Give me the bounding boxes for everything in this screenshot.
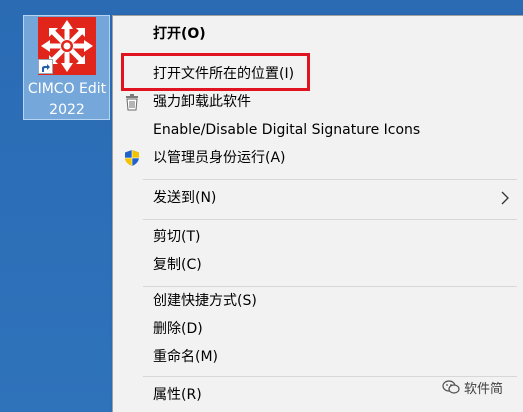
menu-separator bbox=[143, 179, 517, 180]
menu-item-label: 剪切(T) bbox=[153, 229, 201, 245]
menu-item-delete[interactable]: 删除(D) bbox=[113, 315, 523, 343]
menu-item-label: 打开文件所在的位置(I) bbox=[153, 66, 295, 82]
context-menu: 打开(O) 打开文件所在的位置(I) 强力卸载此软件 Enable/Disabl… bbox=[112, 15, 523, 412]
menu-separator bbox=[143, 219, 517, 220]
desktop-shortcut-cimco-edit[interactable]: CIMCO Edit 2022 bbox=[23, 15, 110, 120]
menu-item-label: 属性(R) bbox=[153, 387, 202, 403]
menu-item-digital-signature-icons[interactable]: Enable/Disable Digital Signature Icons bbox=[113, 116, 523, 144]
menu-item-cut[interactable]: 剪切(T) bbox=[113, 223, 523, 251]
menu-item-create-shortcut[interactable]: 创建快捷方式(S) bbox=[113, 287, 523, 315]
menu-item-label: 以管理员身份运行(A) bbox=[153, 150, 286, 166]
menu-item-rename[interactable]: 重命名(M) bbox=[113, 343, 523, 371]
uac-shield-icon bbox=[123, 149, 141, 167]
desktop[interactable]: CIMCO Edit 2022 打开(O) 打开文件所在的位置(I) 强力卸载此… bbox=[0, 0, 523, 412]
menu-item-copy[interactable]: 复制(C) bbox=[113, 251, 523, 279]
icon-label-line1: CIMCO Edit bbox=[27, 81, 107, 97]
watermark-text: 软件简 bbox=[464, 381, 504, 397]
menu-item-open[interactable]: 打开(O) bbox=[113, 20, 523, 48]
shortcut-arrow-icon bbox=[38, 59, 53, 74]
chevron-right-icon bbox=[501, 190, 509, 206]
menu-item-label: Enable/Disable Digital Signature Icons bbox=[153, 122, 421, 138]
menu-item-run-as-admin[interactable]: 以管理员身份运行(A) bbox=[113, 144, 523, 172]
menu-item-label: 发送到(N) bbox=[153, 190, 217, 206]
menu-item-label: 强力卸载此软件 bbox=[153, 94, 251, 110]
menu-item-label: 重命名(M) bbox=[153, 349, 219, 365]
menu-item-label: 删除(D) bbox=[153, 321, 203, 337]
menu-item-label: 创建快捷方式(S) bbox=[153, 293, 257, 309]
menu-item-send-to[interactable]: 发送到(N) bbox=[113, 184, 523, 212]
menu-item-force-uninstall[interactable]: 强力卸载此软件 bbox=[113, 88, 523, 116]
menu-item-open-file-location[interactable]: 打开文件所在的位置(I) bbox=[113, 60, 523, 88]
menu-item-label: 打开(O) bbox=[153, 26, 206, 42]
wechat-icon bbox=[442, 379, 460, 395]
menu-item-label: 复制(C) bbox=[153, 257, 202, 273]
uninstall-trash-icon bbox=[123, 93, 141, 111]
watermark: 软件简 bbox=[442, 377, 503, 397]
desktop-icon-label: CIMCO Edit 2022 bbox=[24, 79, 110, 121]
icon-label-line2: 2022 bbox=[49, 102, 85, 118]
